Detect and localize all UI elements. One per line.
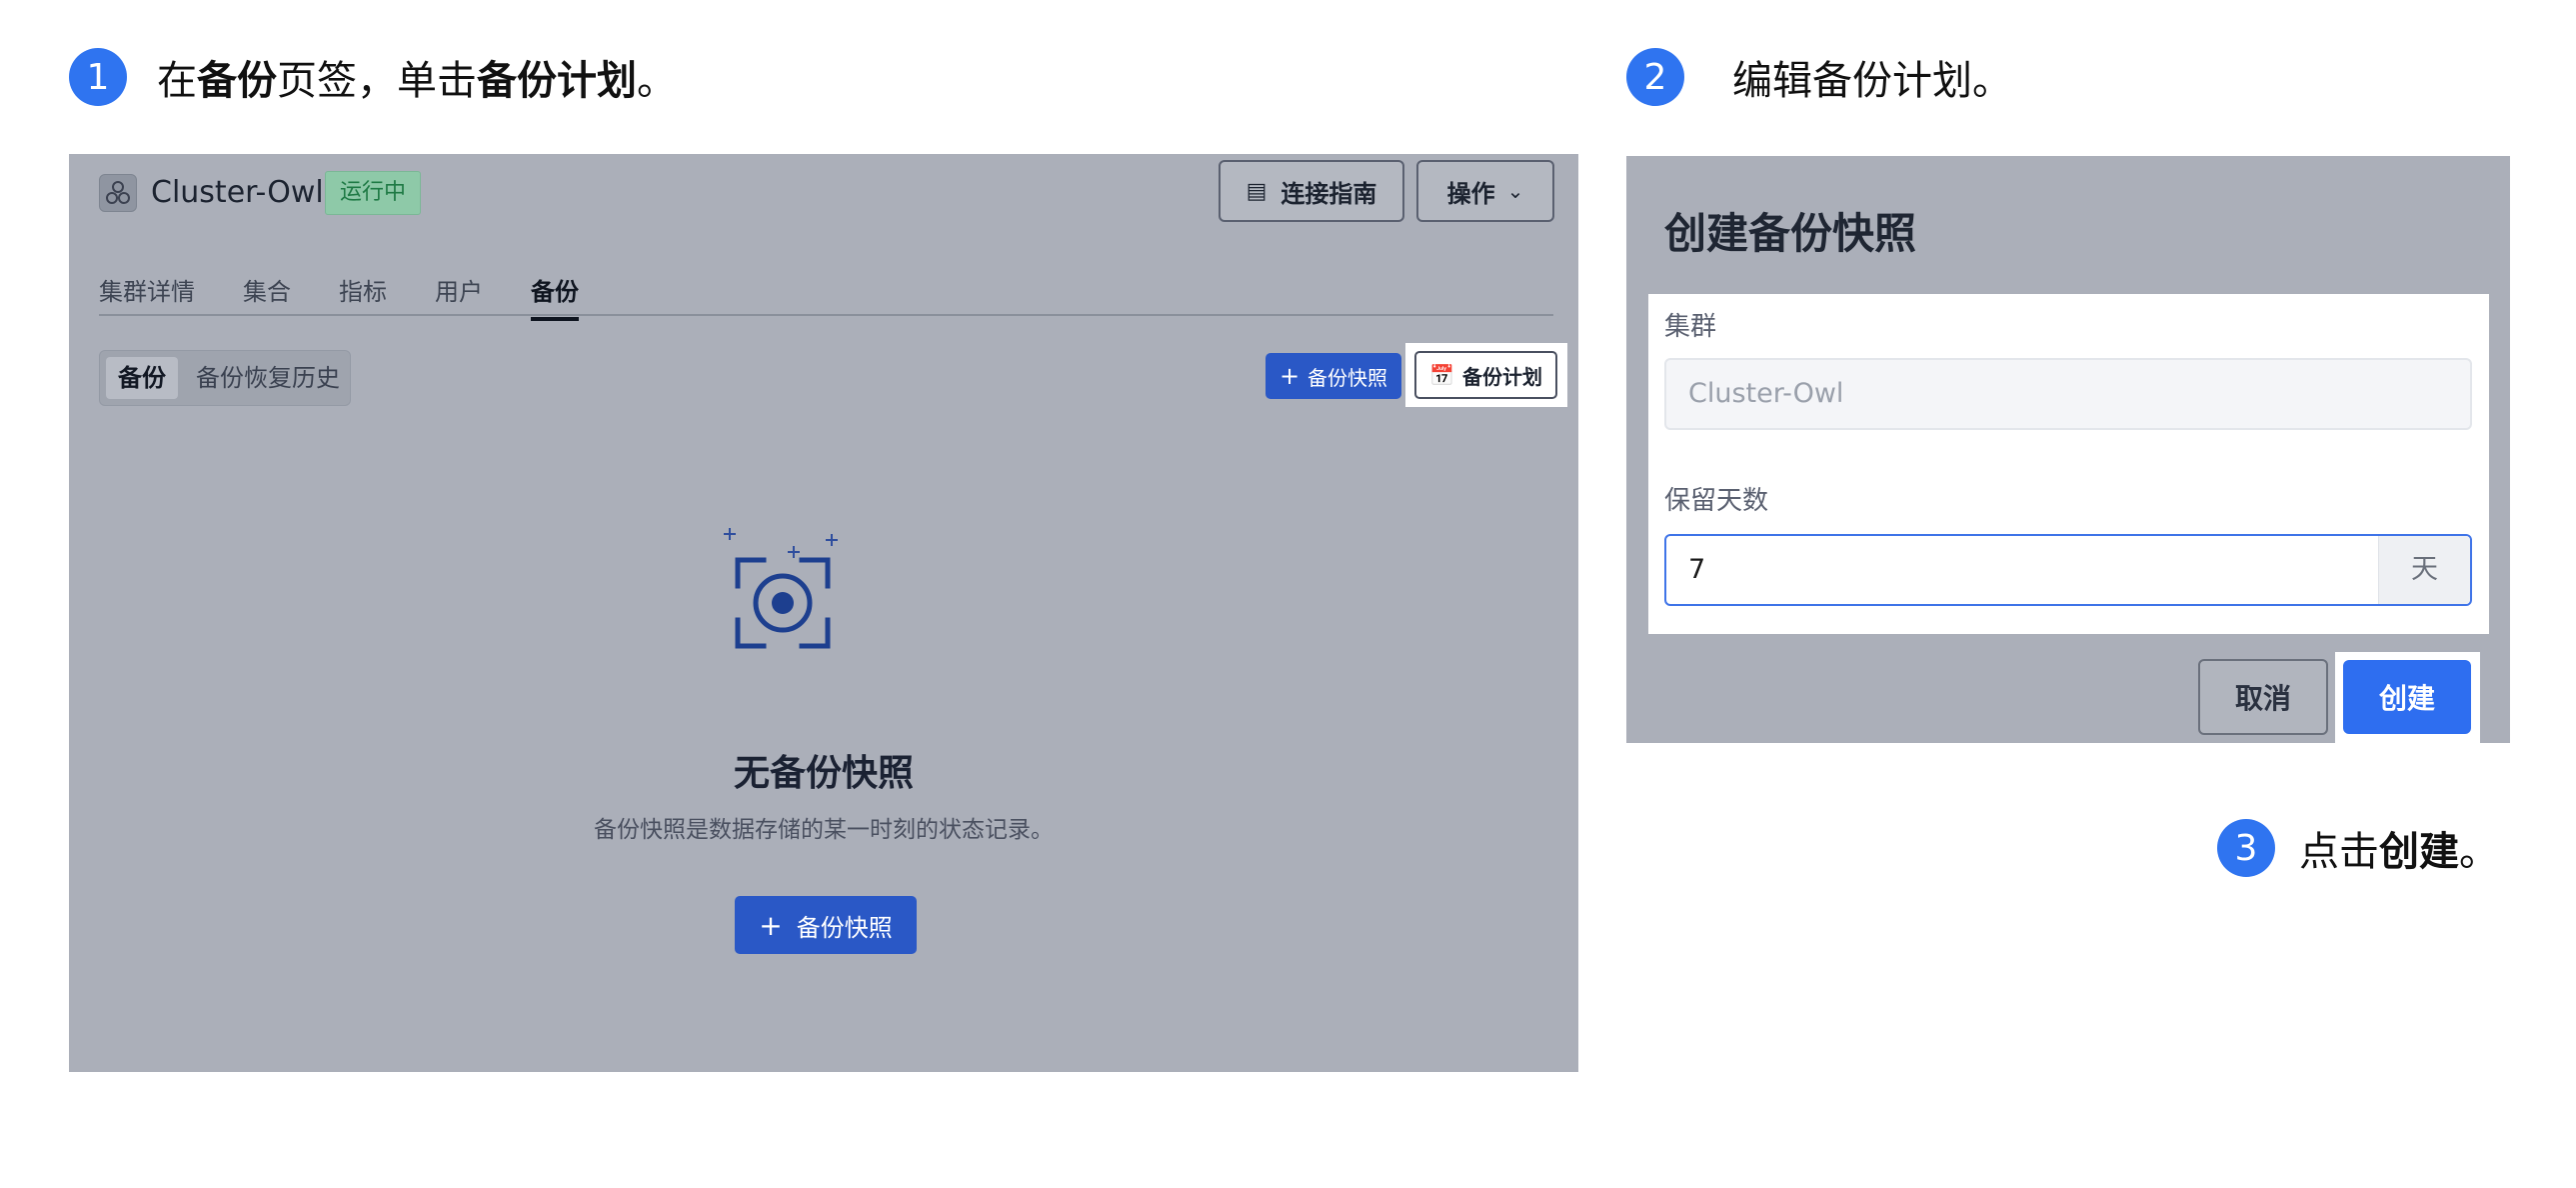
plus-icon: + bbox=[1279, 362, 1300, 390]
step-1-text-pre: 在 bbox=[157, 58, 197, 104]
tabs-divider bbox=[99, 314, 1553, 316]
step-1-button-name: 备份计划 bbox=[477, 58, 637, 104]
retention-days-label: 保留天数 bbox=[1664, 486, 1769, 516]
create-snapshot-dialog: 创建备份快照 集群 Cluster-Owl 保留天数 7 天 取消 创建 bbox=[1626, 156, 2510, 743]
step-3-text-pre: 点击 bbox=[2299, 829, 2379, 875]
dialog-title: 创建备份快照 bbox=[1664, 209, 1917, 258]
connect-guide-button[interactable]: ▤ 连接指南 bbox=[1219, 160, 1404, 222]
step-number-badge: 1 bbox=[69, 48, 127, 106]
step-number-badge: 3 bbox=[2217, 819, 2275, 877]
calendar-icon: 📅 bbox=[1429, 363, 1454, 387]
dialog-form: 集群 Cluster-Owl 保留天数 7 天 bbox=[1648, 294, 2489, 634]
empty-state-title: 无备份快照 bbox=[733, 753, 914, 794]
step-3-instruction: 3 点击 创建。 bbox=[2217, 819, 2499, 877]
backup-snapshot-label-small: 备份快照 bbox=[1307, 365, 1388, 390]
step-1-instruction: 1 在备份 页签，单击 备份计划。 bbox=[69, 48, 677, 106]
cluster-icon bbox=[99, 174, 137, 212]
segment-backup[interactable]: 备份 bbox=[106, 357, 178, 399]
cancel-button[interactable]: 取消 bbox=[2198, 659, 2328, 735]
backup-plan-label: 备份计划 bbox=[1461, 364, 1542, 389]
step-1-text-end: 。 bbox=[637, 58, 677, 104]
step-number-badge: 2 bbox=[1626, 48, 1684, 106]
book-icon: ▤ bbox=[1246, 178, 1268, 204]
backup-snapshot-label: 备份快照 bbox=[796, 913, 893, 942]
backup-snapshot-button-small[interactable]: + 备份快照 bbox=[1266, 353, 1401, 399]
segment-restore-history[interactable]: 备份恢复历史 bbox=[196, 357, 340, 399]
retention-days-value: 7 bbox=[1688, 554, 1706, 585]
empty-state-description: 备份快照是数据存储的某一时刻的状态记录。 bbox=[594, 817, 1054, 843]
status-badge: 运行中 bbox=[325, 171, 422, 215]
retention-days-input[interactable]: 7 天 bbox=[1664, 534, 2472, 606]
cluster-backup-panel: Cluster-Owl 运行中 ▤ 连接指南 操作 ⌄ 集群详情 集合 指标 用… bbox=[69, 154, 1578, 1072]
step-3-button-name: 创建 bbox=[2379, 829, 2459, 875]
step-2-instruction: 2 编辑备份计划。 bbox=[1626, 48, 2012, 106]
actions-label: 操作 bbox=[1446, 179, 1495, 208]
plus-icon: + bbox=[759, 908, 783, 942]
chevron-down-icon: ⌄ bbox=[1506, 179, 1524, 203]
create-button[interactable]: 创建 bbox=[2343, 660, 2471, 734]
step-3-text-end: 。 bbox=[2459, 829, 2499, 875]
camera-focus-icon bbox=[724, 528, 838, 649]
step-1-text-mid: 页签，单击 bbox=[277, 58, 477, 104]
backup-snapshot-button[interactable]: + 备份快照 bbox=[735, 896, 917, 954]
retention-days-unit: 天 bbox=[2378, 536, 2470, 604]
cluster-label: 集群 bbox=[1664, 312, 1717, 342]
step-1-tab-name: 备份 bbox=[197, 58, 277, 104]
backup-plan-button[interactable]: 📅 备份计划 bbox=[1414, 351, 1557, 399]
cluster-name: Cluster-Owl bbox=[151, 175, 324, 210]
backup-segmented-control: 备份 备份恢复历史 bbox=[99, 350, 351, 406]
actions-dropdown-button[interactable]: 操作 ⌄ bbox=[1416, 160, 1554, 222]
cluster-field: Cluster-Owl bbox=[1664, 358, 2472, 430]
step-2-text: 编辑备份计划。 bbox=[1732, 58, 2012, 104]
connect-guide-label: 连接指南 bbox=[1281, 179, 1377, 208]
